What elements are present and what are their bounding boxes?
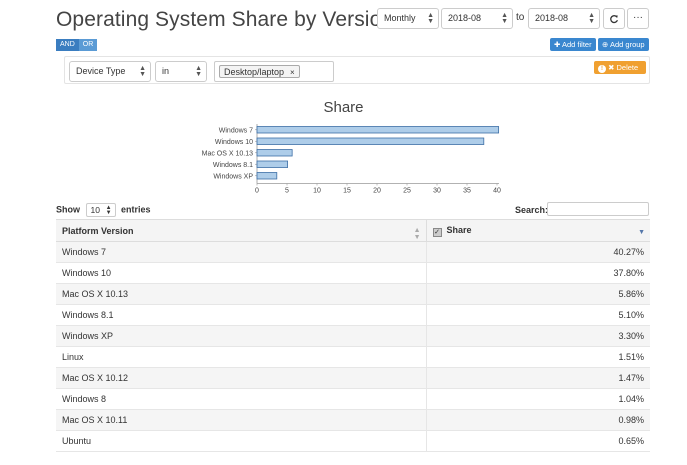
table-row[interactable]: Mac OS X 10.13 5.86% xyxy=(56,283,650,305)
bar xyxy=(256,160,289,168)
share-cell: 3.30% xyxy=(426,325,650,347)
platform-version-cell: Windows 7 xyxy=(56,241,427,263)
share-cell: 5.10% xyxy=(426,304,650,326)
share-cell: 40.27% xyxy=(426,241,650,263)
category-label: Mac OS X 10.13 xyxy=(202,151,253,158)
column-header-label: Share xyxy=(446,224,472,235)
platform-version-cell: Windows 8 xyxy=(56,388,427,410)
platform-version-cell: Windows 10 xyxy=(56,262,427,284)
search-label: Search: xyxy=(515,205,549,215)
category-label: Windows XP xyxy=(213,174,253,181)
entries-value: 10 xyxy=(90,205,100,215)
share-cell: 0.65% xyxy=(426,430,650,452)
x-tick-label: 35 xyxy=(463,188,471,195)
x-tick-label: 40 xyxy=(493,188,501,195)
bar xyxy=(256,149,293,157)
share-cell: 1.51% xyxy=(426,346,650,368)
share-cell: 0.98% xyxy=(426,409,650,431)
x-tick-label: 20 xyxy=(373,188,381,195)
x-tick-label: 10 xyxy=(313,188,321,195)
platform-version-cell: Mac OS X 10.12 xyxy=(56,367,427,389)
table-row[interactable]: Windows 10 37.80% xyxy=(56,262,650,284)
table-row[interactable]: Ubuntu 0.65% xyxy=(56,430,650,452)
platform-version-cell: Linux xyxy=(56,346,427,368)
table-row[interactable]: Mac OS X 10.11 0.98% xyxy=(56,409,650,431)
table-row[interactable]: Linux 1.51% xyxy=(56,346,650,368)
category-label: Windows 8.1 xyxy=(213,162,253,169)
entries-select[interactable]: 10 ▲ ▼ xyxy=(85,203,116,217)
sort-desc-icon: ▼ xyxy=(638,229,645,236)
show-label: Show xyxy=(56,204,80,215)
table-row[interactable]: Windows 8.1 5.10% xyxy=(56,304,650,326)
platform-version-cell: Mac OS X 10.11 xyxy=(56,409,427,431)
column-header-share[interactable]: ✓ Share ▼ xyxy=(426,219,650,242)
share-cell: 5.86% xyxy=(426,283,650,305)
data-table: Platform Version ▲ ▼ ✓ Share ▼ Windows 7 40… xyxy=(56,219,650,452)
category-label: Windows 10 xyxy=(215,139,253,146)
bar xyxy=(256,126,500,134)
table-row[interactable]: Mac OS X 10.12 1.47% xyxy=(56,367,650,389)
column-header-label: Platform Version xyxy=(62,225,134,236)
select-caret-icon: ▲ ▼ xyxy=(105,205,112,216)
table-row[interactable]: Windows 8 1.04% xyxy=(56,388,650,410)
table-row[interactable]: Windows XP 3.30% xyxy=(56,325,650,347)
platform-version-cell: Windows 8.1 xyxy=(56,304,427,326)
search-input[interactable] xyxy=(547,202,649,216)
x-tick-label: 5 xyxy=(285,188,289,195)
column-header-platform-version[interactable]: Platform Version ▲ ▼ xyxy=(56,219,427,242)
category-label: Windows 7 xyxy=(219,128,253,135)
share-cell: 1.04% xyxy=(426,388,650,410)
x-tick-label: 15 xyxy=(343,188,351,195)
x-tick-label: 0 xyxy=(255,188,259,195)
entries-label: entries xyxy=(121,204,151,215)
share-cell: 1.47% xyxy=(426,367,650,389)
bar xyxy=(256,172,278,180)
platform-version-cell: Ubuntu xyxy=(56,430,427,452)
platform-version-cell: Mac OS X 10.13 xyxy=(56,283,427,305)
x-tick-label: 25 xyxy=(403,188,411,195)
x-tick-label: 30 xyxy=(433,188,441,195)
platform-version-cell: Windows XP xyxy=(56,325,427,347)
table-row[interactable]: Windows 7 40.27% xyxy=(56,241,650,263)
show-entries-control: Show 10 ▲ ▼ entries xyxy=(56,203,151,217)
sort-both-icon: ▲ ▼ xyxy=(413,227,421,241)
share-cell: 37.80% xyxy=(426,262,650,284)
share-bar-chart: Windows 7 Windows 10 Mac OS X 10.13 Windows… xyxy=(202,124,501,195)
bar xyxy=(256,137,485,145)
checkbox-icon: ✓ xyxy=(432,227,442,237)
